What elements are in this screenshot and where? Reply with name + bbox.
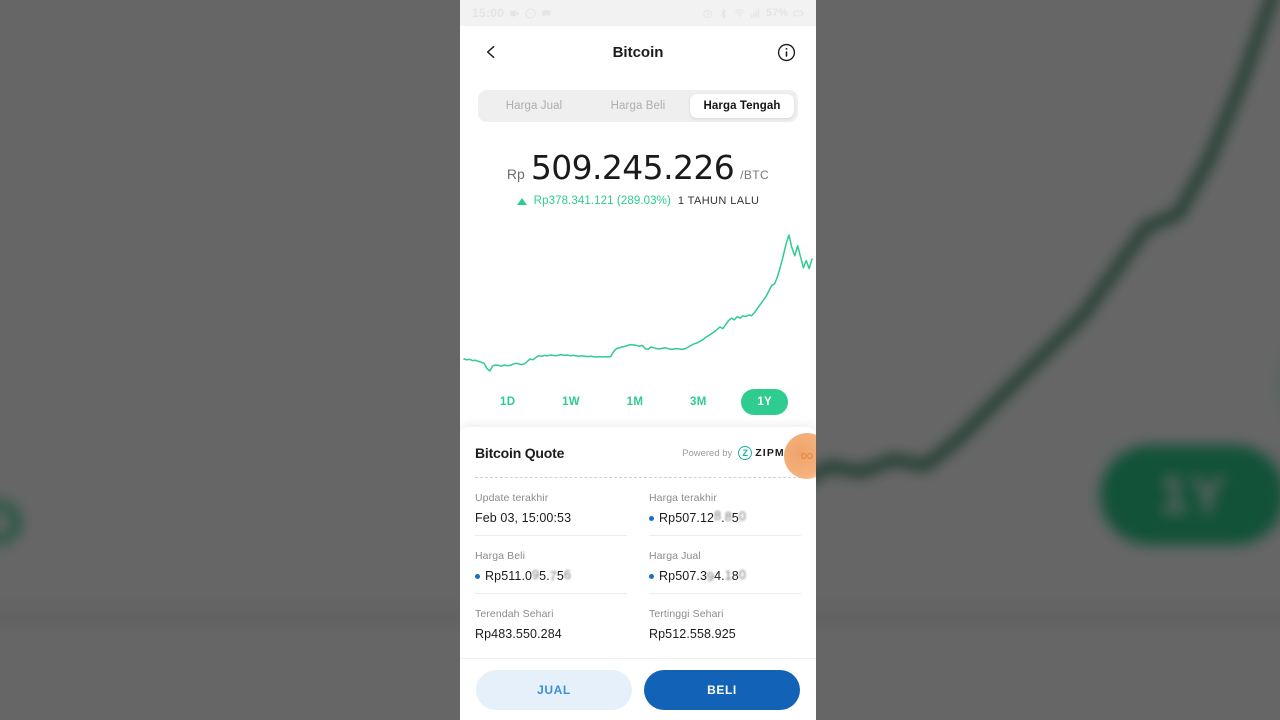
buy-button[interactable]: BELI — [644, 670, 800, 710]
range-1y[interactable]: 1Y — [741, 389, 788, 415]
zipmex-logo-icon: Z — [738, 446, 752, 460]
price-amount: 509.245.226 — [531, 148, 734, 187]
price-change-line: Rp378.341.121 (289.03%) 1 TAHUN LALU — [460, 195, 816, 207]
tab-harga-tengah[interactable]: Harga Tengah — [690, 94, 794, 118]
status-bar: 15:00 57% — [460, 0, 816, 26]
status-dot — [475, 574, 480, 579]
field-value-text: Rp483.550.284 — [475, 627, 562, 641]
tab-harga-jual[interactable]: Harga Jual — [482, 94, 586, 118]
field-update-terakhir: Update terakhir Feb 03, 15:00:53 — [475, 478, 627, 536]
bluetooth-icon — [718, 8, 729, 19]
field-label: Harga Beli — [475, 550, 627, 562]
range-1m[interactable]: 1M — [615, 389, 656, 415]
battery-icon — [793, 8, 804, 19]
price-chart[interactable] — [460, 221, 816, 379]
field-value: Rp483.550.284 — [475, 627, 627, 641]
page-title: Bitcoin — [460, 44, 816, 61]
whatsapp-icon — [525, 8, 536, 19]
field-harga-beli: Harga Beli Rp511.095.756 — [475, 536, 627, 594]
range-3m[interactable]: 3M — [678, 389, 719, 415]
field-label: Harga Jual — [649, 550, 801, 562]
field-value-text: Feb 03, 15:00:53 — [475, 511, 571, 525]
field-value-text: Rp511.095.756 — [485, 569, 571, 583]
chevron-left-icon — [483, 44, 499, 60]
field-value: Rp511.095.756 — [475, 569, 627, 583]
video-icon — [509, 8, 520, 19]
field-value: Rp512.558.925 — [649, 627, 801, 641]
price-block: Rp 509.245.226 /BTC Rp378.341.121 (289.0… — [460, 148, 816, 207]
phone-screen: 15:00 57% Bitcoin Harga Jual Harga Beli … — [460, 0, 816, 720]
quote-card-title: Bitcoin Quote — [475, 445, 564, 461]
wifi-icon — [734, 8, 745, 19]
screenshot-stage: 1D 1Y Bitcoin Quote Powered by Z ZIPMEX … — [0, 0, 1280, 720]
info-circle-icon — [777, 43, 796, 62]
field-value-text: Rp507.394.180 — [659, 569, 746, 583]
powered-by-label: Powered by — [682, 448, 732, 459]
price-change-value: Rp378.341.121 (289.03%) — [534, 195, 671, 207]
field-value: Feb 03, 15:00:53 — [475, 511, 627, 525]
status-dot — [649, 516, 654, 521]
range-1d[interactable]: 1D — [488, 389, 527, 415]
message-icon — [541, 8, 552, 19]
currency-symbol: Rp — [507, 166, 525, 182]
field-value-text: Rp507.128.850 — [659, 511, 746, 525]
battery-percent: 57% — [766, 7, 788, 19]
range-selector[interactable]: 1D 1W 1M 3M 1Y — [460, 383, 816, 415]
quote-fields-grid: Update terakhir Feb 03, 15:00:53 Harga t… — [475, 478, 801, 651]
price-unit: /BTC — [740, 168, 769, 182]
alarm-icon — [702, 8, 713, 19]
tab-harga-beli[interactable]: Harga Beli — [586, 94, 690, 118]
field-value: Rp507.394.180 — [649, 569, 801, 583]
field-label: Terendah Sehari — [475, 608, 627, 620]
field-value: Rp507.128.850 — [649, 511, 801, 525]
field-value-text: Rp512.558.925 — [649, 627, 736, 641]
price-line: Rp 509.245.226 /BTC — [460, 148, 816, 187]
quote-card-header: Bitcoin Quote Powered by Z ZIPMEX — [475, 445, 801, 461]
signal-icon — [750, 8, 761, 19]
bitcoin-quote-card: Bitcoin Quote Powered by Z ZIPMEX Update… — [460, 427, 816, 673]
action-bar: JUAL BELI — [460, 658, 816, 720]
field-harga-jual: Harga Jual Rp507.394.180 — [649, 536, 801, 594]
field-harga-terakhir: Harga terakhir Rp507.128.850 — [649, 478, 801, 536]
nav-bar: Bitcoin — [460, 26, 816, 78]
sell-button[interactable]: JUAL — [476, 670, 632, 710]
status-dot — [649, 574, 654, 579]
field-label: Harga terakhir — [649, 492, 801, 504]
field-label: Tertinggi Sehari — [649, 608, 801, 620]
price-type-segmented-control[interactable]: Harga Jual Harga Beli Harga Tengah — [478, 90, 798, 122]
back-button[interactable] — [478, 39, 504, 65]
info-button[interactable] — [774, 40, 798, 64]
price-change-period: 1 TAHUN LALU — [678, 195, 759, 207]
field-tertinggi-sehari: Tertinggi Sehari Rp512.558.925 — [649, 594, 801, 651]
field-label: Update terakhir — [475, 492, 627, 504]
field-terendah-sehari: Terendah Sehari Rp483.550.284 — [475, 594, 627, 651]
range-1w[interactable]: 1W — [550, 389, 592, 415]
floating-action-button[interactable]: DO — [784, 433, 816, 479]
arrow-up-icon — [517, 198, 527, 205]
status-time: 15:00 — [472, 6, 504, 20]
